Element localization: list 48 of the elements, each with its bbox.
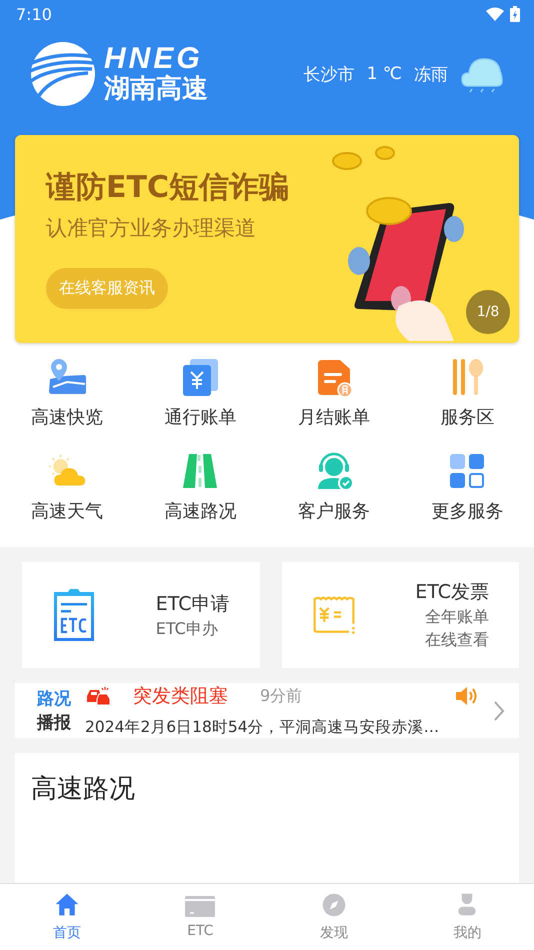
service-label[interactable]: 高速路况 xyxy=(164,499,236,523)
temperature-label: 1 ℃ xyxy=(366,64,402,84)
banner-title: 谨防ETC短信诈骗 xyxy=(46,169,289,207)
logo-wordmark: HNEG xyxy=(104,44,204,74)
yen-bill-icon xyxy=(180,357,220,397)
logo-title: 湖南高速 xyxy=(104,74,208,104)
nav-tab[interactable]: 发现 xyxy=(267,884,400,950)
service-label[interactable]: 客户服务 xyxy=(298,499,370,523)
card-subtitle: 在线查看 xyxy=(425,629,489,651)
nav-tab[interactable]: 我的 xyxy=(400,884,534,950)
nav-tab[interactable]: 首页 xyxy=(0,884,134,950)
card-subtitle: ETC申办 xyxy=(156,618,218,640)
news-badge-text: 路况 xyxy=(37,688,71,710)
banner-page-counter: 1/8 xyxy=(466,290,510,334)
banner-subtitle: 认准官方业务办理渠道 xyxy=(46,215,256,242)
section-title: 高速路况 xyxy=(31,774,135,804)
card-title: ETC申请 xyxy=(156,592,230,616)
weather-label: 冻雨 xyxy=(414,64,448,86)
chevron-right-icon xyxy=(493,700,505,722)
service-label[interactable]: 高速快览 xyxy=(30,405,103,429)
promo-banner[interactable]: 谨防ETC短信诈骗 认准官方业务办理渠道 在线客服资讯 1/8 xyxy=(15,135,519,343)
home-icon xyxy=(54,892,80,918)
etc-service-card[interactable]: ETC申请 ETC申办 xyxy=(22,562,260,668)
card-title: ETC发票 xyxy=(415,580,489,605)
incident-type: 突发类阻塞 xyxy=(133,684,228,709)
card-subtitle: 全年账单 xyxy=(425,606,489,628)
service-label[interactable]: 更多服务 xyxy=(431,499,504,523)
service-label[interactable]: 高速天气 xyxy=(30,499,103,523)
city-label: 长沙市 xyxy=(304,64,355,86)
service-label[interactable]: 月结账单 xyxy=(298,405,370,429)
traffic-news-card[interactable]: 路况 播报 突发类阻塞 9分前 2024年2月6日18时54分，平洞高速马安段赤溪… xyxy=(15,683,519,738)
etc-card-icon xyxy=(185,896,216,916)
incident-description: 2024年2月6日18时54分，平洞高速马安段赤溪… xyxy=(85,717,440,738)
etc-card-icon xyxy=(52,588,96,642)
news-badge-text: 播报 xyxy=(37,712,71,734)
speaker-icon[interactable] xyxy=(455,685,479,707)
map-pin-icon xyxy=(46,357,87,397)
logo-icon xyxy=(30,41,96,107)
wifi-icon xyxy=(486,7,504,21)
incident-time: 9分前 xyxy=(260,686,302,706)
compass-icon xyxy=(320,892,347,918)
status-time: 7:10 xyxy=(16,4,52,24)
nav-tab[interactable]: ETC xyxy=(134,884,267,950)
car-crash-icon xyxy=(85,686,111,706)
battery-icon xyxy=(510,6,520,22)
service-label[interactable]: 服务区 xyxy=(440,405,494,429)
service-label[interactable]: 通行账单 xyxy=(164,405,236,429)
etc-service-card[interactable]: ETC发票 全年账单 在线查看 xyxy=(282,562,519,668)
